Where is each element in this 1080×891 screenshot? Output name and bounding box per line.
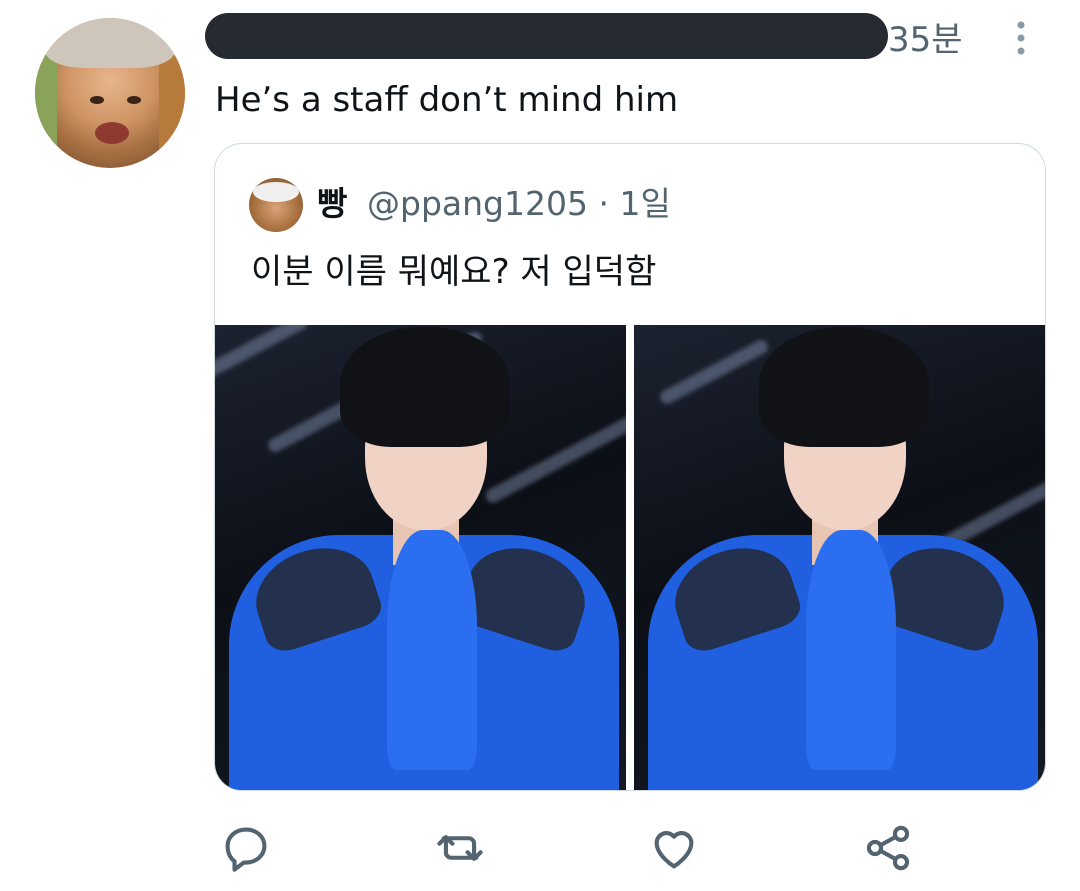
quoted-user-meta: @ppang1205 · 1일 <box>367 182 671 226</box>
redacted-username <box>205 13 888 59</box>
tweet-actions <box>214 822 944 878</box>
quoted-tweet[interactable]: 빵 @ppang1205 · 1일 이분 이름 뭐예요? 저 입덕함 <box>214 143 1046 791</box>
like-icon[interactable] <box>648 822 700 874</box>
quoted-media-grid <box>215 325 1045 790</box>
meta-separator: · <box>587 184 620 223</box>
more-vertical-icon[interactable] <box>1014 20 1028 56</box>
retweet-icon[interactable] <box>434 822 486 874</box>
tweet-timestamp[interactable]: 35분 <box>888 18 963 62</box>
tweet-text: He’s a staff don’t mind him <box>215 80 679 120</box>
share-icon[interactable] <box>862 822 914 874</box>
reply-icon[interactable] <box>220 822 272 874</box>
quoted-user-handle[interactable]: @ppang1205 <box>367 184 588 223</box>
media-photo-1[interactable] <box>215 325 626 790</box>
media-photo-2[interactable] <box>634 325 1045 790</box>
quoted-tweet-text: 이분 이름 뭐예요? 저 입덕함 <box>251 252 657 292</box>
quoted-user-avatar[interactable] <box>249 178 303 232</box>
quoted-user-name[interactable]: 빵 <box>317 182 347 226</box>
quoted-tweet-timestamp[interactable]: 1일 <box>619 184 670 223</box>
user-avatar[interactable] <box>35 18 185 168</box>
